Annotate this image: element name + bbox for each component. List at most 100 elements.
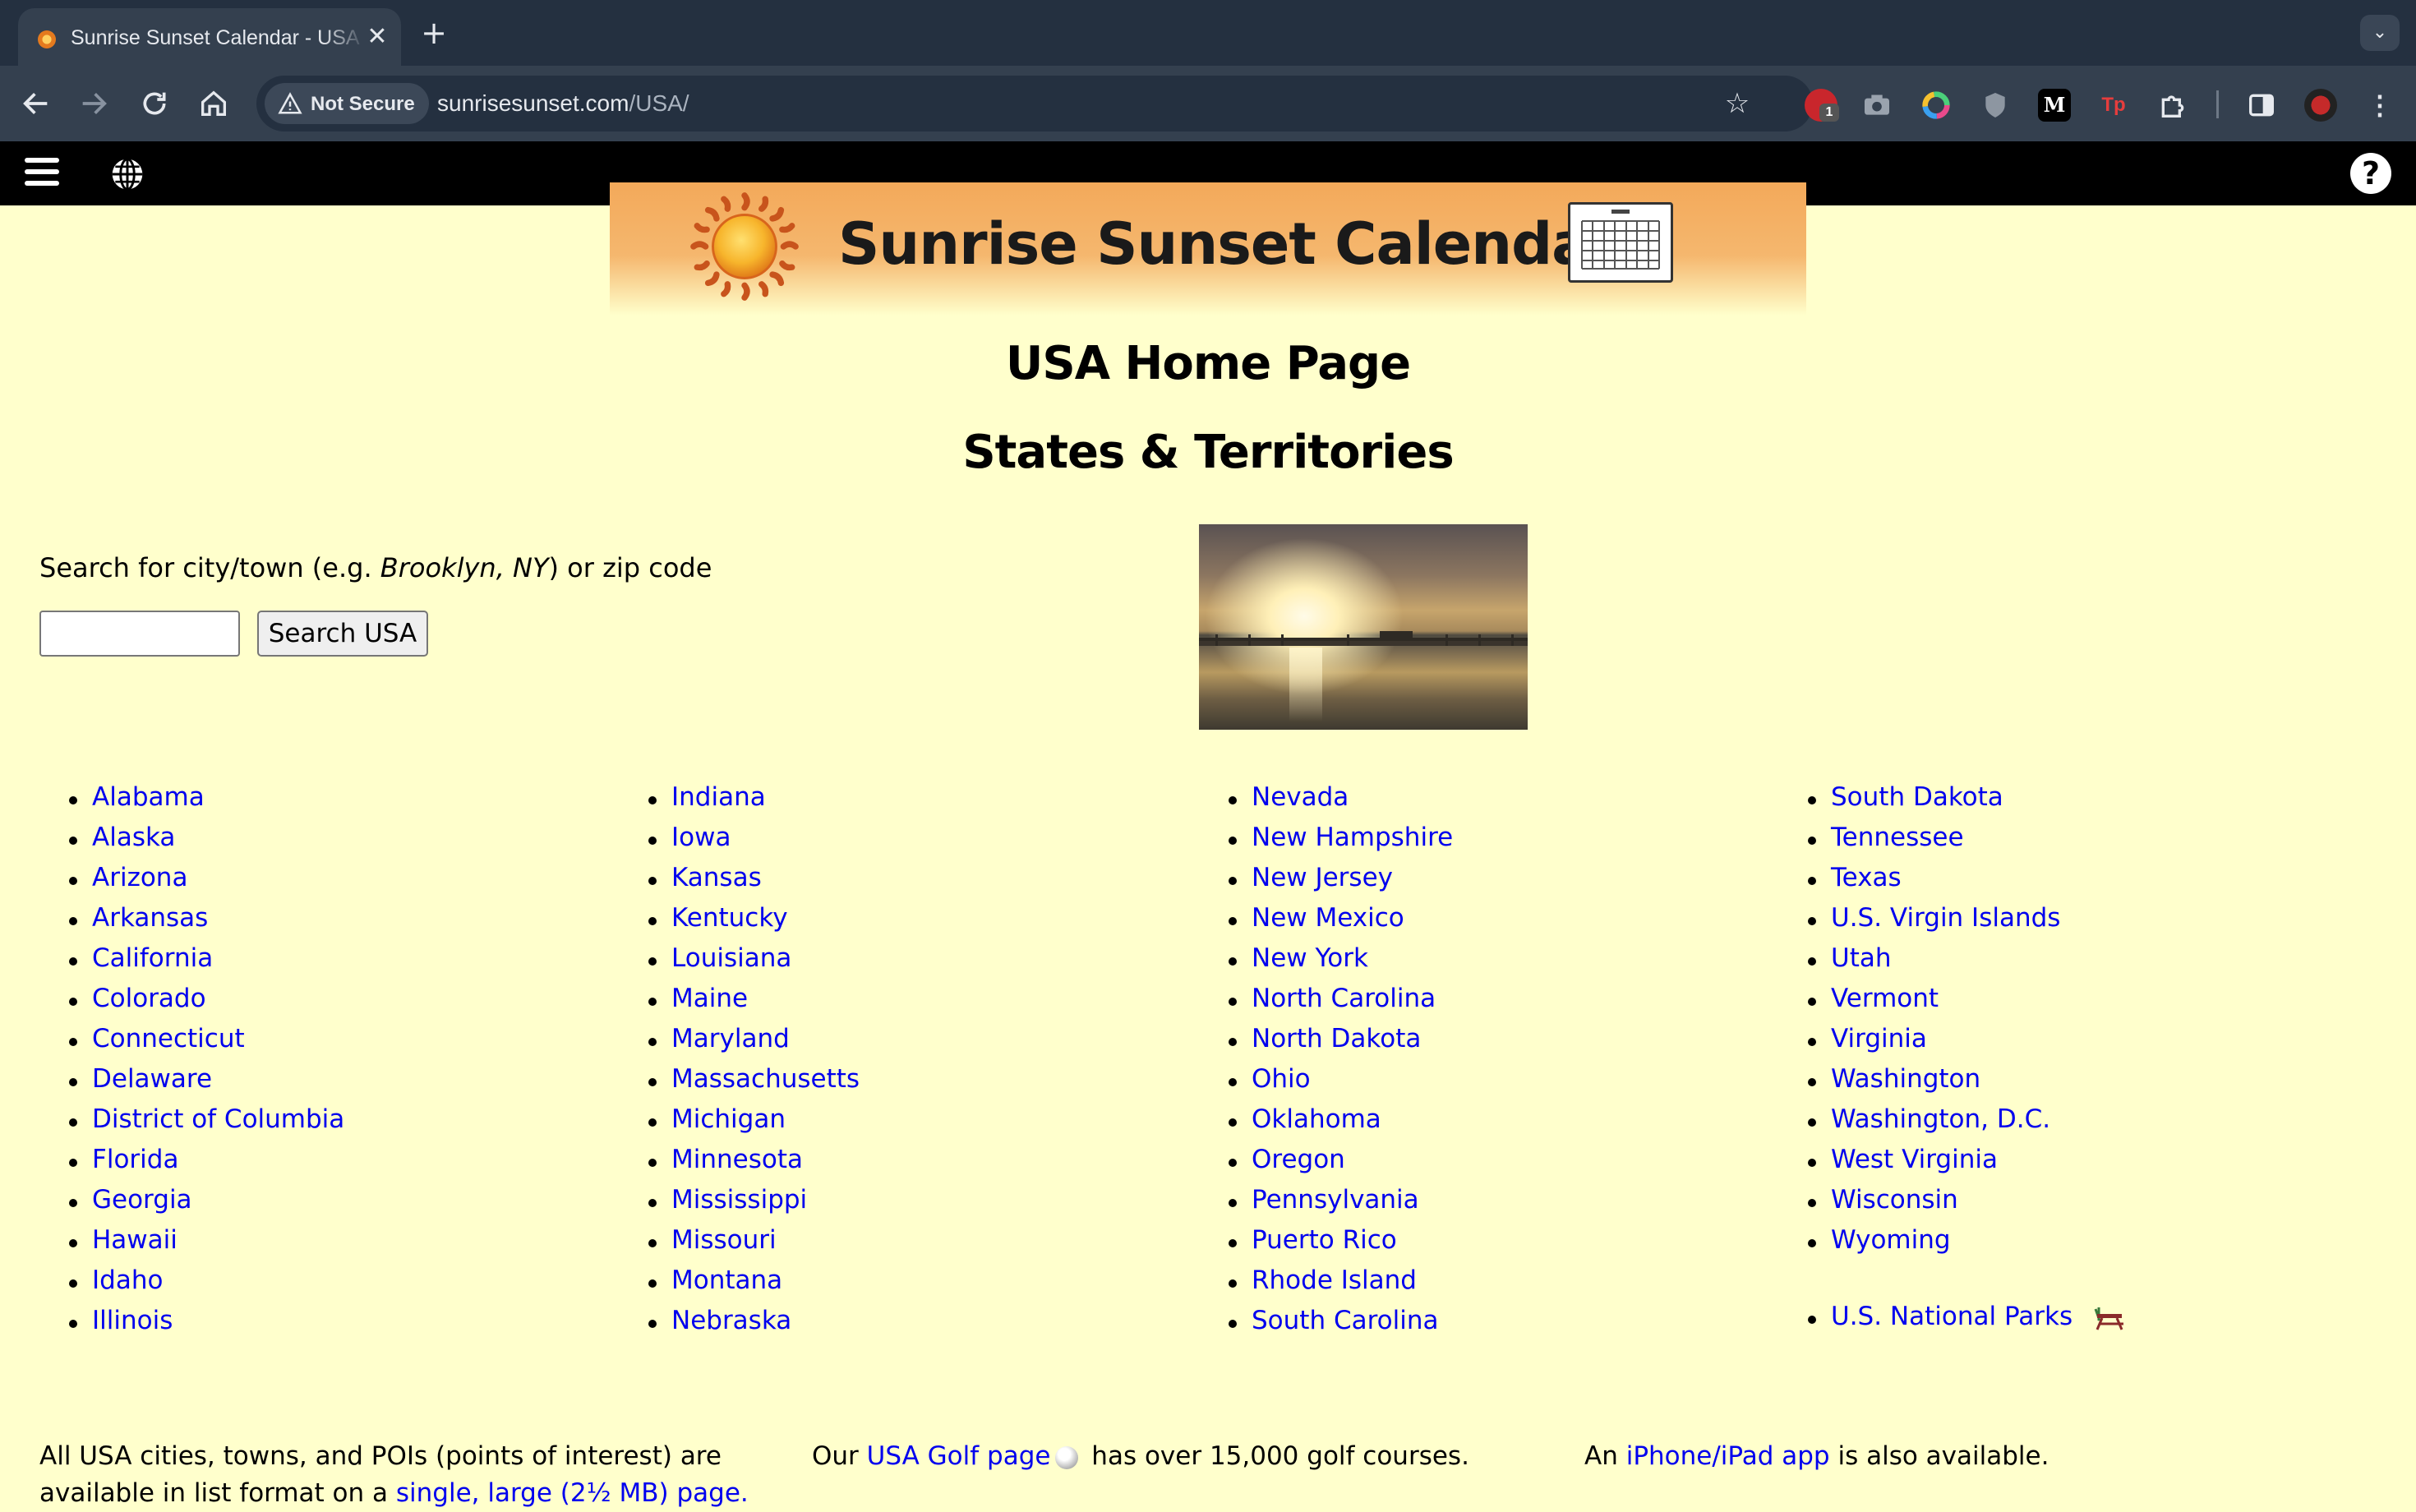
state-link[interactable]: West Virginia xyxy=(1831,1145,1998,1174)
state-link[interactable]: Idaho xyxy=(92,1265,163,1295)
state-link[interactable]: Maryland xyxy=(671,1024,790,1053)
forward-button[interactable] xyxy=(74,84,113,123)
state-link[interactable]: Arkansas xyxy=(92,903,208,933)
state-link[interactable]: New Jersey xyxy=(1252,863,1393,892)
browser-toolbar: Not Secure sunrisesunset.com/USA/ ☆ 1 M … xyxy=(0,66,2416,141)
tp-icon[interactable]: Tp xyxy=(2097,89,2130,122)
list-item: North Dakota xyxy=(1228,1024,1453,1064)
state-link[interactable]: Delaware xyxy=(92,1064,212,1094)
state-link[interactable]: Kentucky xyxy=(671,903,788,933)
warning-triangle-icon xyxy=(278,92,302,114)
state-link[interactable]: Florida xyxy=(92,1145,178,1174)
state-link[interactable]: Massachusetts xyxy=(671,1064,860,1094)
sunset-scene xyxy=(1199,538,1528,721)
address-bar[interactable]: Not Secure sunrisesunset.com/USA/ ☆ xyxy=(256,76,1813,131)
list-item: New Mexico xyxy=(1228,903,1453,943)
side-panel-icon[interactable] xyxy=(2245,89,2278,122)
state-link[interactable]: Vermont xyxy=(1831,984,1939,1013)
state-link[interactable]: Iowa xyxy=(671,823,731,852)
single-large-page-link[interactable]: single, large (2½ MB) page. xyxy=(396,1478,749,1508)
list-item: New York xyxy=(1228,943,1453,984)
footer-left-line2: available in list format on a single, la… xyxy=(39,1478,749,1508)
state-link[interactable]: Wisconsin xyxy=(1831,1185,1958,1215)
tab-search-menu-button[interactable]: ⌄ xyxy=(2360,15,2400,51)
state-link[interactable]: North Carolina xyxy=(1252,984,1436,1013)
browser-menu-icon[interactable]: ⋮ xyxy=(2363,89,2396,122)
security-indicator[interactable]: Not Secure xyxy=(265,83,429,124)
golf-ball-icon xyxy=(1055,1445,1079,1469)
state-link[interactable]: Minnesota xyxy=(671,1145,803,1174)
state-link[interactable]: U.S. Virgin Islands xyxy=(1831,903,2060,933)
sunset-photo xyxy=(1199,524,1528,730)
state-link[interactable]: Maine xyxy=(671,984,748,1013)
state-link[interactable]: New York xyxy=(1252,943,1368,973)
state-link[interactable]: Colorado xyxy=(92,984,206,1013)
state-link[interactable]: Missouri xyxy=(671,1225,777,1255)
list-item: Mississippi xyxy=(648,1185,860,1225)
state-link[interactable]: Alabama xyxy=(92,782,205,812)
hamburger-menu-icon[interactable] xyxy=(25,158,59,189)
color-icon[interactable] xyxy=(1920,89,1953,122)
state-link[interactable]: Connecticut xyxy=(92,1024,245,1053)
state-link[interactable]: Georgia xyxy=(92,1185,192,1215)
search-label-prefix: Search for city/town (e.g. xyxy=(39,552,380,583)
browser-tab[interactable]: Sunrise Sunset Calendar - USA ✕ xyxy=(18,8,401,66)
state-link[interactable]: Oklahoma xyxy=(1252,1104,1381,1134)
iphone-ipad-app-link[interactable]: iPhone/iPad app xyxy=(1626,1441,1830,1471)
state-link[interactable]: Alaska xyxy=(92,823,175,852)
state-link[interactable]: Rhode Island xyxy=(1252,1265,1417,1295)
site-banner[interactable]: Sunrise Sunset Calendars xyxy=(610,182,1806,316)
state-link[interactable]: Tennessee xyxy=(1831,823,1964,852)
puzzle-icon[interactable] xyxy=(2156,89,2189,122)
state-link[interactable]: Oregon xyxy=(1252,1145,1345,1174)
search-usa-button[interactable]: Search USA xyxy=(257,611,428,657)
state-link[interactable]: Pennsylvania xyxy=(1252,1185,1419,1215)
state-link[interactable]: Puerto Rico xyxy=(1252,1225,1397,1255)
state-link[interactable]: California xyxy=(92,943,213,973)
state-link[interactable]: North Dakota xyxy=(1252,1024,1421,1053)
state-link[interactable]: Louisiana xyxy=(671,943,791,973)
shield-icon[interactable] xyxy=(1979,89,2012,122)
state-link[interactable]: Illinois xyxy=(92,1306,173,1335)
back-button[interactable] xyxy=(16,84,56,123)
state-link[interactable]: Nevada xyxy=(1252,782,1349,812)
state-link[interactable]: Arizona xyxy=(92,863,187,892)
bookmark-star-icon[interactable]: ☆ xyxy=(1719,85,1755,122)
help-icon[interactable]: ? xyxy=(2350,153,2391,194)
new-tab-button[interactable]: + xyxy=(416,16,452,53)
state-link[interactable]: Washington xyxy=(1831,1064,1980,1094)
profile-avatar[interactable] xyxy=(2304,89,2337,122)
list-item: Maine xyxy=(648,984,860,1024)
state-link[interactable]: Indiana xyxy=(671,782,766,812)
national-parks-link[interactable]: U.S. National Parks xyxy=(1831,1302,2073,1331)
state-link[interactable]: South Carolina xyxy=(1252,1306,1439,1335)
tab-close-icon[interactable]: ✕ xyxy=(363,23,391,51)
state-link[interactable]: New Hampshire xyxy=(1252,823,1453,852)
reload-button[interactable] xyxy=(135,84,174,123)
state-link[interactable]: Montana xyxy=(671,1265,782,1295)
state-link[interactable]: Wyoming xyxy=(1831,1225,1951,1255)
url-text[interactable]: sunrisesunset.com/USA/ xyxy=(437,90,689,117)
state-link[interactable]: Utah xyxy=(1831,943,1892,973)
screenshot-icon[interactable] xyxy=(1860,89,1893,122)
search-input[interactable] xyxy=(39,611,240,657)
adblock-icon[interactable]: 1 xyxy=(1805,89,1839,122)
home-button[interactable] xyxy=(194,84,233,123)
state-link[interactable]: South Dakota xyxy=(1831,782,2003,812)
state-link[interactable]: Mississippi xyxy=(671,1185,807,1215)
state-link[interactable]: New Mexico xyxy=(1252,903,1404,933)
state-link[interactable]: District of Columbia xyxy=(92,1104,344,1134)
state-link[interactable]: Kansas xyxy=(671,863,762,892)
state-link[interactable]: Virginia xyxy=(1831,1024,1927,1053)
usa-golf-page-link[interactable]: USA Golf page xyxy=(867,1441,1051,1471)
medium-icon[interactable]: M xyxy=(2038,89,2071,122)
state-link[interactable]: Washington, D.C. xyxy=(1831,1104,2050,1134)
state-link[interactable]: Nebraska xyxy=(671,1306,791,1335)
state-link[interactable]: Hawaii xyxy=(92,1225,178,1255)
list-item: Puerto Rico xyxy=(1228,1225,1453,1265)
state-link[interactable]: Michigan xyxy=(671,1104,786,1134)
state-link[interactable]: Ohio xyxy=(1252,1064,1311,1094)
list-item: Missouri xyxy=(648,1225,860,1265)
state-link[interactable]: Texas xyxy=(1831,863,1902,892)
globe-icon[interactable] xyxy=(109,156,145,192)
